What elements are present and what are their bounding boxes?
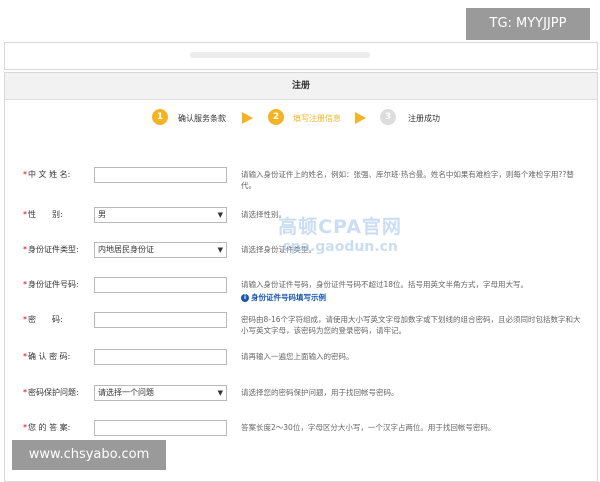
dropdown-arrow-icon: ▼ [217,246,223,254]
password-input[interactable] [94,312,227,328]
name-help: 请输入身份证件上的姓名，例如：张强、库尔班·热合曼。姓名中如果有难检字，则每个难… [241,170,574,190]
confirm-password-input[interactable] [94,349,227,365]
security-answer-input[interactable] [94,420,227,436]
name-label: *中 文 姓 名: [23,170,71,179]
password-label: *密 码: [23,315,63,324]
info-icon: i [241,294,249,302]
id-type-help: 请选择身份证件类型。 [241,245,316,254]
security-question-select[interactable]: 请选择一个问题 ▼ [94,385,227,401]
step-2-circle: 2 [268,109,284,125]
password-help: 密码由8-16个字符组成，请使用大小写英文字母加数字或下划线的组合密码，且必须同… [241,315,581,335]
security-answer-label: *您 的 答 案: [23,423,71,432]
header-blurred-text [190,52,370,58]
dropdown-arrow-icon: ▼ [217,211,223,219]
id-number-help: 请输入身份证件号码，身份证件号码不超过18位。括号用英文半角方式，字母用大写。 … [241,279,587,303]
watermark-tg: TG: MYYJJPP [466,8,590,40]
dropdown-arrow-icon: ▼ [217,389,223,397]
id-type-label: *身份证件类型: [23,245,79,254]
security-question-label: *密码保护问题: [23,388,79,397]
step-arrow-icon [355,112,366,124]
registration-steps: 1 确认服务条款 2 填写注册信息 3 注册成功 [5,103,597,133]
security-question-help: 请选择您的密码保护问题，用于找回帐号密码。 [241,388,399,397]
id-number-example-link[interactable]: i 身份证件号码填写示例 [241,292,587,303]
step-1-label: 确认服务条款 [178,114,226,123]
confirm-password-label: *确 认 密 码: [23,352,71,361]
step-1-circle: 1 [152,109,168,125]
step-2-label: 填写注册信息 [293,114,341,123]
registration-panel: 注册 1 确认服务条款 2 填写注册信息 3 注册成功 *中 文 姓 名: 请输… [4,72,598,482]
gender-select[interactable]: 男 ▼ [94,207,227,223]
id-number-label: *身份证件号码: [23,280,79,289]
gender-help: 请选择性别。 [241,210,286,219]
id-type-select[interactable]: 内地居民身份证 ▼ [94,242,227,258]
step-3-circle: 3 [380,109,396,125]
security-answer-help: 答案长度2～30位，字母区分大小写，一个汉字占两位。用于找回帐号密码。 [241,423,496,432]
id-number-input[interactable] [94,277,227,293]
step-3-label: 注册成功 [408,114,440,123]
panel-title: 注册 [5,73,597,100]
gender-label: *性 别: [23,210,63,219]
watermark-url: www.chsyabo.com [12,440,166,470]
name-input[interactable] [94,167,227,183]
step-arrow-icon [242,112,253,124]
confirm-password-help: 请再输入一遍您上面输入的密码。 [241,352,354,361]
